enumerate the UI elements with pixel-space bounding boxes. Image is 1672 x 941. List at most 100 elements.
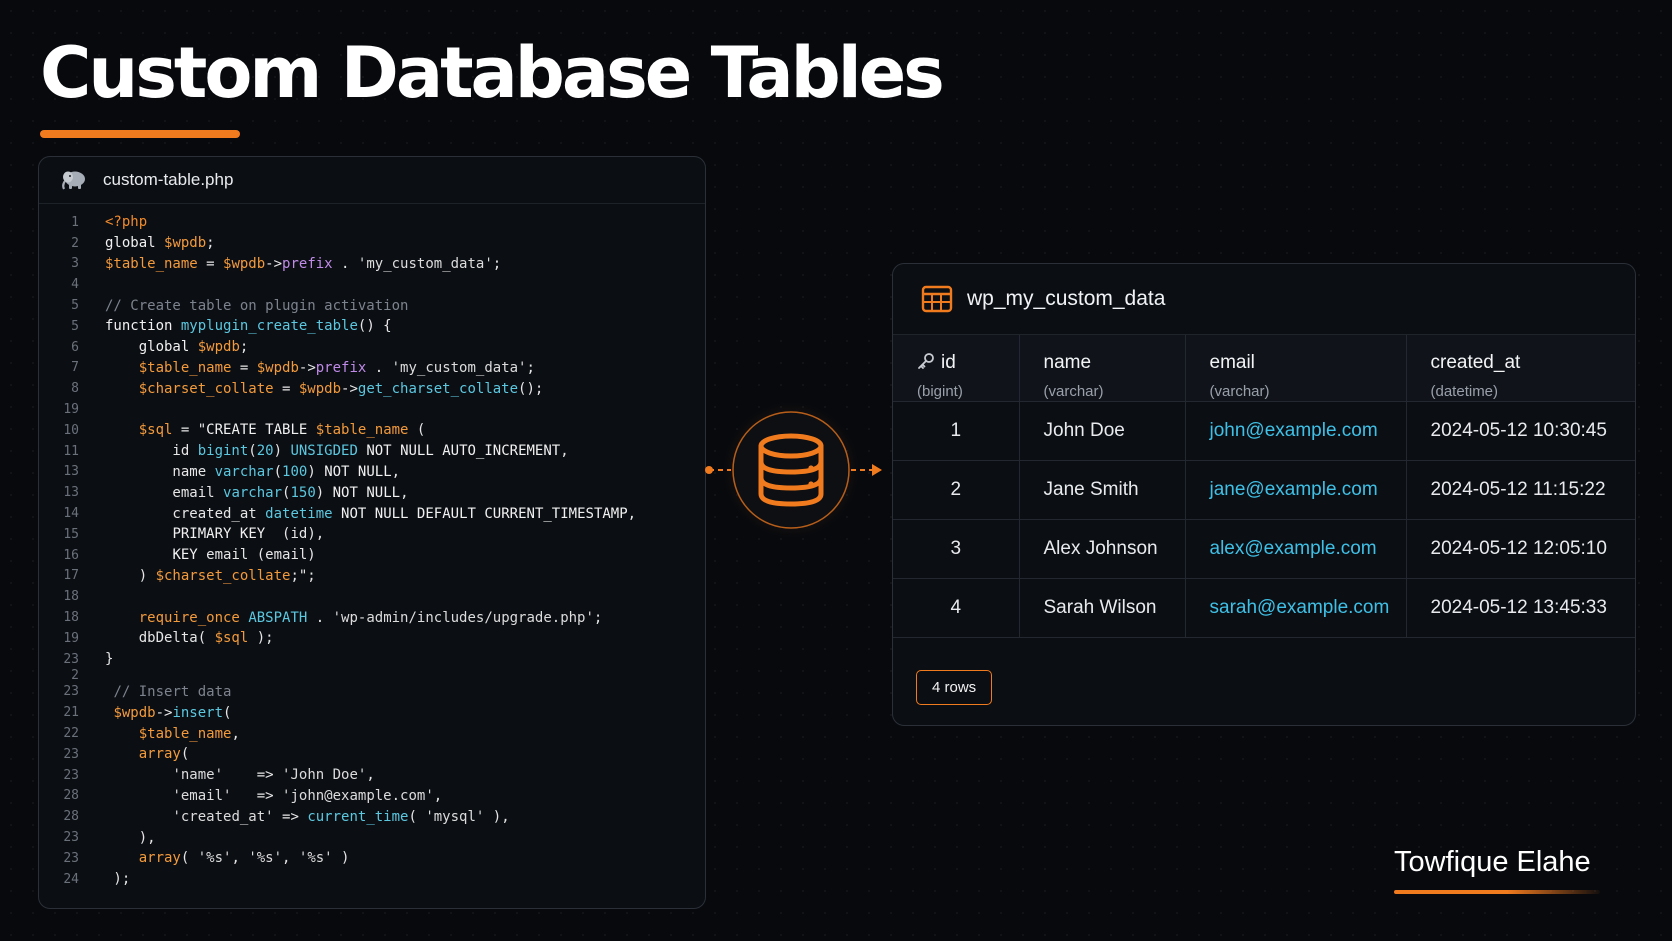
table-row[interactable]: 4 Sarah Wilson sarah@example.com 2024-05… [893, 578, 1635, 638]
table-header-row: id (bigint) name (varchar) email (varcha… [893, 335, 1635, 402]
column-header-created-at[interactable]: created_at (datetime) [1406, 335, 1635, 402]
code-text: 'email' => 'john@example.com', [172, 787, 443, 804]
code-line: 2 [39, 668, 705, 684]
line-number: 23 [63, 850, 79, 866]
data-table: id (bigint) name (varchar) email (varcha… [893, 335, 1635, 638]
line-number: 24 [63, 871, 79, 887]
line-number: 10 [63, 422, 79, 438]
code-text: 'created_at' => current_time( 'mysql' ), [172, 808, 510, 825]
line-number: 3 [71, 256, 79, 272]
code-line: 17 ) $charset_collate;"; [39, 566, 705, 587]
line-number: 19 [63, 630, 79, 646]
cell-email[interactable]: jane@example.com [1185, 460, 1407, 520]
cell-created-at: 2024-05-12 11:15:22 [1406, 460, 1635, 520]
line-number: 21 [63, 705, 79, 721]
line-number: 4 [71, 277, 79, 293]
code-text: created_at datetime NOT NULL DEFAULT CUR… [105, 505, 637, 522]
line-number: 28 [63, 788, 79, 804]
page-title: Custom Database Tables [40, 32, 945, 114]
code-line: 11 id bigint(20) UNSIGDED NOT NULL AUTO_… [39, 441, 705, 462]
column-name: name [1043, 352, 1092, 373]
code-line: 1 <?php [39, 212, 705, 233]
code-text: dbDelta( $sql ); [105, 630, 274, 647]
code-text: $table_name = $wpdb->prefix . 'my_custom… [138, 359, 535, 376]
column-header-email[interactable]: email (varchar) [1185, 335, 1407, 402]
code-line: 3 $table_name = $wpdb->prefix . 'my_custo… [39, 254, 705, 275]
table-card: wp_my_custom_data id (bigint) name (varc… [892, 263, 1636, 726]
cell-email[interactable]: john@example.com [1185, 401, 1407, 461]
code-text: KEY email (email) [172, 547, 316, 564]
table-card-header: wp_my_custom_data [893, 264, 1635, 335]
line-number: 11 [63, 443, 79, 459]
line-number: 2 [71, 668, 79, 684]
cell-email[interactable]: sarah@example.com [1185, 578, 1407, 638]
table-row[interactable]: 2 Jane Smith jane@example.com 2024-05-12… [893, 460, 1635, 520]
table-row[interactable]: 3 Alex Johnson alex@example.com 2024-05-… [893, 519, 1635, 579]
cell-name: Alex Johnson [1019, 519, 1186, 579]
line-number: 7 [71, 360, 79, 376]
cell-id: 4 [893, 578, 1020, 638]
code-text: function myplugin_create_table() { [105, 318, 392, 335]
line-number: 17 [63, 568, 79, 584]
code-line: 22 $table_name, [39, 723, 705, 744]
line-number: 18 [63, 610, 79, 626]
cell-created-at: 2024-05-12 10:30:45 [1406, 401, 1635, 461]
column-name: email [1209, 352, 1255, 373]
cell-email[interactable]: alex@example.com [1185, 519, 1407, 579]
title-underline [40, 130, 240, 138]
code-line: 23 ), [39, 827, 705, 848]
row-count-badge: 4 rows [916, 670, 993, 705]
code-line: 16 KEY email (email) [39, 545, 705, 566]
code-text: $table_name, [138, 725, 240, 742]
cell-created-at: 2024-05-12 12:05:10 [1406, 519, 1635, 579]
cell-id: 3 [893, 519, 1020, 579]
table-row[interactable]: 1 John Doe john@example.com 2024-05-12 1… [893, 401, 1635, 461]
column-name: id [941, 352, 956, 373]
code-text: ); [105, 871, 131, 888]
line-number: 23 [63, 651, 79, 667]
line-number: 5 [71, 318, 79, 334]
table-name: wp_my_custom_data [967, 287, 1166, 310]
code-text: PRIMARY KEY (id), [172, 526, 325, 543]
code-line: 5 function myplugin_create_table() { [39, 316, 705, 337]
line-number: 22 [63, 726, 79, 742]
code-text: // Create table on plugin activation [105, 297, 409, 314]
line-number: 13 [63, 485, 79, 501]
code-text: array( '%s', '%s', '%s' ) [138, 850, 350, 867]
code-line: 10 $sql = "CREATE TABLE $table_name ( [39, 420, 705, 441]
code-line: 19 [39, 399, 705, 420]
key-icon [918, 353, 934, 369]
line-number: 1 [71, 214, 79, 230]
code-line: 5 // Create table on plugin activation [39, 295, 705, 316]
line-number: 8 [71, 381, 79, 397]
column-header-id[interactable]: id (bigint) [893, 335, 1020, 402]
line-number: 13 [63, 464, 79, 480]
code-line: 28 'created_at' => current_time( 'mysql'… [39, 806, 705, 827]
code-text: $charset_collate = $wpdb->get_charset_co… [138, 380, 544, 397]
code-text: name varchar(100) NOT NULL, [105, 463, 401, 480]
code-text: 'name' => 'John Doe', [172, 767, 375, 784]
column-type: (varchar) [1209, 383, 1270, 400]
table-grid-icon [921, 285, 953, 313]
line-number: 14 [63, 506, 79, 522]
code-text: global $wpdb; [138, 339, 249, 356]
line-number: 23 [63, 684, 79, 700]
code-line: 23 array( '%s', '%s', '%s' ) [39, 848, 705, 869]
code-header: custom-table.php [39, 157, 705, 204]
cell-id: 2 [893, 460, 1020, 520]
code-text: $table_name = $wpdb->prefix . 'my_custom… [105, 255, 502, 272]
line-number: 19 [63, 402, 79, 418]
code-text: require_once ABSPATH . 'wp-admin/include… [138, 609, 603, 626]
code-text: // Insert data [113, 683, 232, 700]
code-line: 13 name varchar(100) NOT NULL, [39, 462, 705, 483]
code-line: 19 dbDelta( $sql ); [39, 628, 705, 649]
code-line: 13 email varchar(150) NOT NULL, [39, 482, 705, 503]
line-number: 16 [63, 547, 79, 563]
cell-name: Sarah Wilson [1019, 578, 1186, 638]
column-header-name[interactable]: name (varchar) [1019, 335, 1186, 402]
line-number: 23 [63, 830, 79, 845]
code-filename: custom-table.php [103, 170, 234, 189]
line-number: 18 [63, 589, 79, 605]
code-line: 4 [39, 274, 705, 295]
code-line: 18 require_once ABSPATH . 'wp-admin/incl… [39, 607, 705, 628]
